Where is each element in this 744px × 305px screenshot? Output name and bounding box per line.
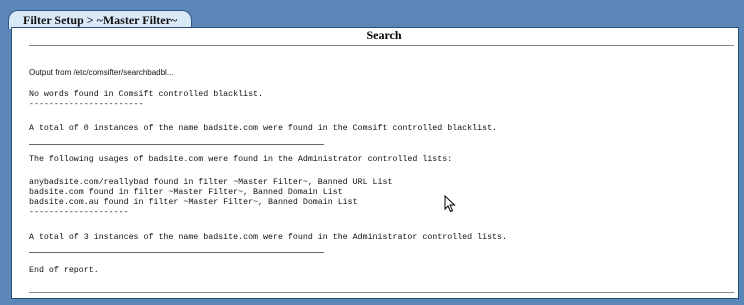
- report-separator: --------------------: [29, 208, 129, 217]
- report-line: A total of 3 instances of the name badsi…: [29, 233, 507, 242]
- report-line: badsite.com.au found in filter ~Master F…: [29, 198, 358, 207]
- page-title-text: Search: [366, 28, 402, 42]
- page-title: Search: [12, 28, 740, 42]
- report-line: anybadsite.com/reallybad found in filter…: [29, 178, 393, 187]
- report-line: The following usages of badsite.com were…: [29, 155, 453, 164]
- report-line: No words found in Comsift controlled bla…: [29, 90, 264, 99]
- output-source-label: Output from /etc/comsifter/searchbadbl..…: [29, 68, 174, 77]
- divider: [29, 252, 324, 253]
- report-line: A total of 0 instances of the name badsi…: [29, 124, 498, 133]
- divider: [29, 292, 734, 293]
- mouse-pointer-icon: [444, 195, 456, 213]
- report-line: End of report.: [29, 266, 99, 275]
- report-separator: -----------------------: [29, 100, 144, 109]
- divider: [29, 45, 734, 46]
- search-results-panel: Search Output from /etc/comsifter/search…: [11, 27, 739, 299]
- divider: [29, 144, 324, 145]
- report-line: badsite.com found in filter ~Master Filt…: [29, 188, 343, 197]
- window-frame: Filter Setup > ~Master Filter~ Search Ou…: [0, 0, 744, 305]
